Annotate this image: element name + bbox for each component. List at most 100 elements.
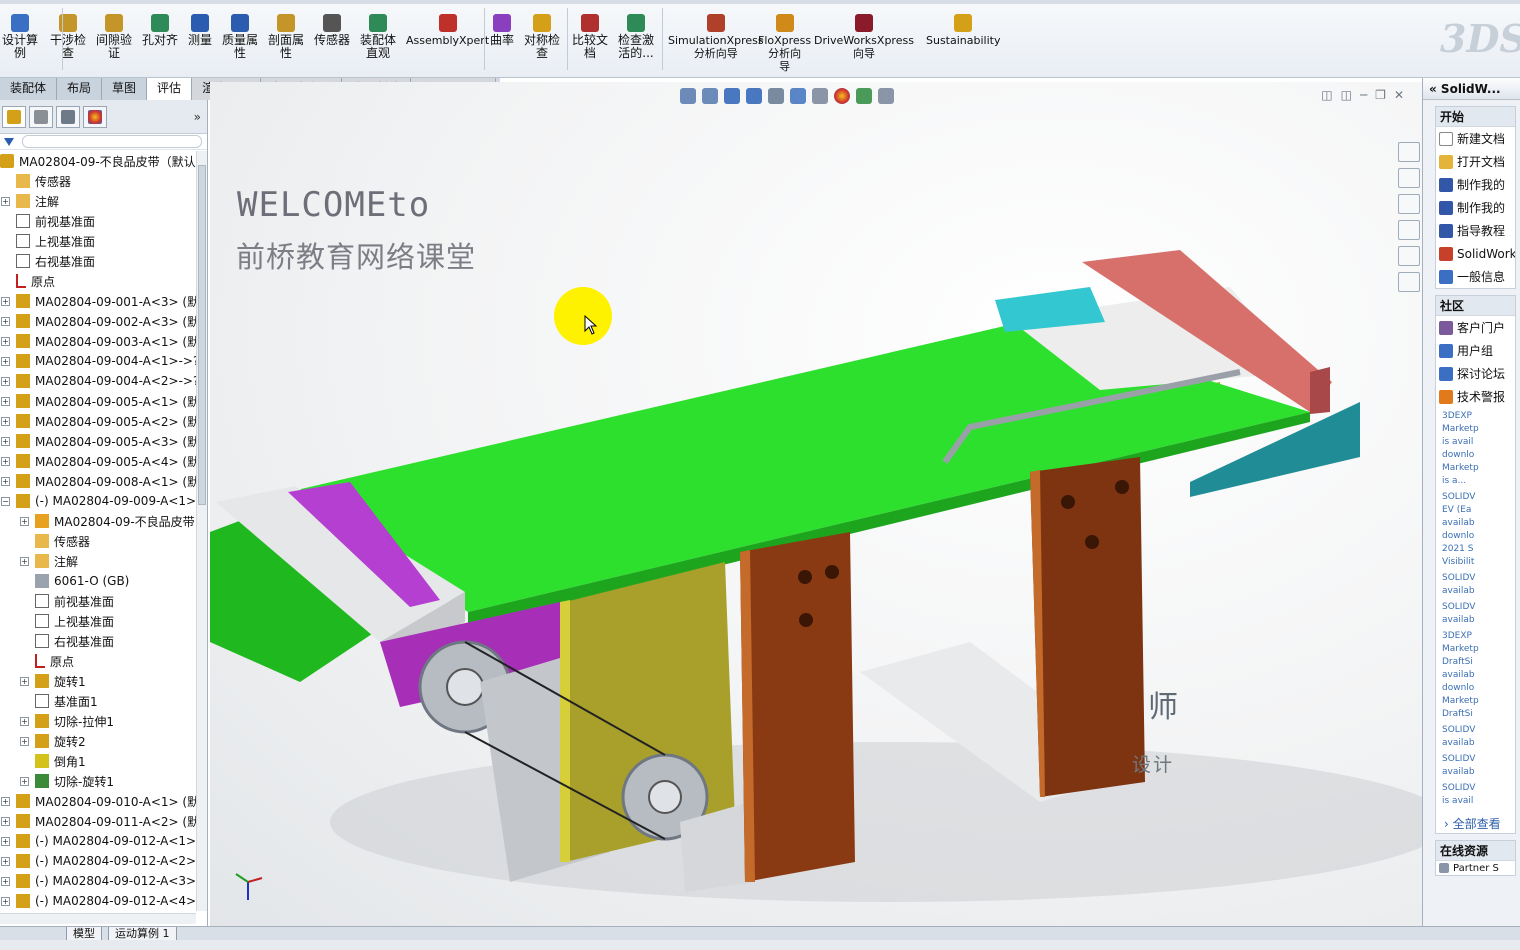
- tree-item[interactable]: + MA02804-09-008-A<1> (默: [0, 471, 196, 491]
- tab-model[interactable]: 模型: [66, 927, 102, 941]
- tab-1[interactable]: 布局: [57, 78, 103, 100]
- tree-item[interactable]: + (-) MA02804-09-012-A<2>: [0, 851, 196, 871]
- graphics-viewport[interactable]: ◫ ◫ ─ ❐ ✕ WELCOMEto 前桥教育网络课堂 师 设计: [210, 82, 1422, 926]
- ribbon-button-check-active[interactable]: 检查激 活的...: [618, 14, 654, 60]
- expand-icon[interactable]: +: [1, 336, 10, 346]
- ribbon-button-section-props[interactable]: 剖面属 性: [268, 14, 304, 60]
- tree-item[interactable]: + (-) MA02804-09-012-A<1>: [0, 831, 196, 851]
- zoom-to-fit-icon[interactable]: [680, 88, 696, 104]
- task-pane-link[interactable]: 新建文档: [1436, 127, 1515, 150]
- tree-item[interactable]: + MA02804-09-001-A<3> (默: [0, 291, 196, 311]
- ribbon-button-sensor[interactable]: 传感器: [314, 14, 350, 47]
- ribbon-button-design-study[interactable]: 设计算 例: [2, 14, 38, 60]
- expand-icon[interactable]: +: [1, 896, 10, 906]
- tree-item[interactable]: + MA02804-09-005-A<2> (默: [0, 411, 196, 431]
- property-manager-tab[interactable]: [29, 105, 53, 128]
- news-item[interactable]: ›3DEXP Marketp is avail downlo Marketp i…: [1442, 410, 1513, 488]
- tree-item[interactable]: 基准面1: [0, 691, 196, 711]
- view-palette-tab-icon[interactable]: [1398, 220, 1420, 240]
- tree-item[interactable]: + MA02804-09-010-A<1> (默: [0, 791, 196, 811]
- tree-item[interactable]: + 切除-拉伸1: [0, 711, 196, 731]
- section-view-icon[interactable]: [746, 88, 762, 104]
- expand-icon[interactable]: +: [1, 296, 10, 306]
- view-orientation-icon[interactable]: [768, 88, 784, 104]
- tree-vertical-scrollbar[interactable]: [196, 151, 207, 911]
- expand-icon[interactable]: +: [1, 356, 10, 366]
- view-all-link[interactable]: › 全部查看: [1436, 815, 1515, 833]
- community-section-heading[interactable]: 社区: [1436, 296, 1515, 316]
- expand-icon[interactable]: +: [20, 736, 29, 746]
- start-section-heading[interactable]: 开始: [1436, 107, 1515, 127]
- task-pane-link[interactable]: 制作我的: [1436, 173, 1515, 196]
- hide-show-items-icon[interactable]: [812, 88, 828, 104]
- tree-item[interactable]: 右视基准面: [0, 631, 196, 651]
- restore-icon[interactable]: ❐: [1375, 88, 1386, 102]
- custom-props-tab-icon[interactable]: [1398, 272, 1420, 292]
- configuration-manager-tab[interactable]: [56, 105, 80, 128]
- tab-motion-study[interactable]: 运动算例 1: [108, 927, 177, 941]
- tree-item[interactable]: + (-) MA02804-09-012-A<4>: [0, 891, 196, 911]
- tree-item[interactable]: + MA02804-09-005-A<3> (默: [0, 431, 196, 451]
- expand-icon[interactable]: +: [1, 876, 10, 886]
- home-tab-icon[interactable]: [1398, 142, 1420, 162]
- ribbon-button-compare[interactable]: 比较文 档: [572, 14, 608, 60]
- tab-0[interactable]: 装配体: [0, 78, 58, 100]
- online-resources-heading[interactable]: 在线资源: [1436, 841, 1515, 861]
- news-item[interactable]: ›SOLIDV availab: [1442, 601, 1513, 627]
- zoom-area-icon[interactable]: [702, 88, 718, 104]
- task-pane-link[interactable]: 客户门户: [1436, 316, 1515, 339]
- expand-icon[interactable]: +: [1, 396, 10, 406]
- expand-icon[interactable]: +: [1, 856, 10, 866]
- expand-icon[interactable]: +: [1, 816, 10, 826]
- tree-filter-input[interactable]: [22, 135, 202, 148]
- tree-item[interactable]: + 旋转2: [0, 731, 196, 751]
- apply-scene-icon[interactable]: [856, 88, 872, 104]
- ribbon-button-hole-align[interactable]: 孔对齐: [142, 14, 178, 47]
- tree-item[interactable]: 上视基准面: [0, 231, 196, 251]
- expand-panel-icon[interactable]: »: [194, 110, 201, 124]
- tile-left-icon[interactable]: ◫: [1321, 88, 1332, 102]
- tree-item[interactable]: + MA02804-09-011-A<2> (默: [0, 811, 196, 831]
- expand-icon[interactable]: +: [1, 196, 10, 206]
- appearances-tab-icon[interactable]: [1398, 246, 1420, 266]
- tree-item[interactable]: + MA02804-09-005-A<1> (默: [0, 391, 196, 411]
- tree-item[interactable]: + 注解: [0, 551, 196, 571]
- task-pane-link[interactable]: 打开文档: [1436, 150, 1515, 173]
- ribbon-button-clearance[interactable]: 间隙验 证: [96, 14, 132, 60]
- news-item[interactable]: ›SOLIDV availab: [1442, 572, 1513, 598]
- news-item[interactable]: ›SOLIDV availab: [1442, 753, 1513, 779]
- tree-item[interactable]: + 注解: [0, 191, 196, 211]
- tree-item[interactable]: 上视基准面: [0, 611, 196, 631]
- task-pane-link[interactable]: 指导教程: [1436, 219, 1515, 242]
- scroll-thumb[interactable]: [198, 165, 206, 505]
- tab-2[interactable]: 草图: [102, 78, 148, 100]
- previous-view-icon[interactable]: [724, 88, 740, 104]
- expand-icon[interactable]: +: [1, 436, 10, 446]
- tree-item[interactable]: 原点: [0, 651, 196, 671]
- tree-item[interactable]: 传感器: [0, 531, 196, 551]
- ribbon-button-symmetry[interactable]: 对称检 查: [524, 14, 560, 60]
- ribbon-button-simxpress[interactable]: SimulationXpress 分析向导: [668, 14, 764, 60]
- tree-item[interactable]: + 旋转1: [0, 671, 196, 691]
- news-item[interactable]: ›3DEXP Marketp DraftSi availab downlo Ma…: [1442, 630, 1513, 721]
- ribbon-button-driveworks[interactable]: DriveWorksXpress 向导: [814, 14, 914, 60]
- expand-icon[interactable]: +: [1, 836, 10, 846]
- task-pane-link[interactable]: 制作我的: [1436, 196, 1515, 219]
- expand-icon[interactable]: +: [20, 676, 29, 686]
- ribbon-button-assembly-visual[interactable]: 装配体 直观: [360, 14, 396, 60]
- ribbon-button-curvature[interactable]: 曲率: [490, 14, 514, 47]
- tile-right-icon[interactable]: ◫: [1341, 88, 1352, 102]
- ribbon-button-mass-props[interactable]: 质量属 性: [222, 14, 258, 60]
- task-pane-link[interactable]: 用户组: [1436, 339, 1515, 362]
- tree-item[interactable]: + MA02804-09-004-A<2>->?: [0, 371, 196, 391]
- tree-item[interactable]: + (-) MA02804-09-012-A<3>: [0, 871, 196, 891]
- ribbon-button-sustainability[interactable]: Sustainability: [926, 14, 1000, 47]
- tree-item[interactable]: + 切除-旋转1: [0, 771, 196, 791]
- expand-icon[interactable]: +: [20, 556, 29, 566]
- display-manager-tab[interactable]: [83, 105, 107, 128]
- task-pane-title[interactable]: « SolidW...: [1423, 78, 1520, 100]
- tree-item[interactable]: − (-) MA02804-09-009-A<1>: [0, 491, 196, 511]
- expand-icon[interactable]: +: [1, 376, 10, 386]
- expand-icon[interactable]: +: [1, 796, 10, 806]
- online-resource-item[interactable]: Partner S: [1436, 861, 1515, 875]
